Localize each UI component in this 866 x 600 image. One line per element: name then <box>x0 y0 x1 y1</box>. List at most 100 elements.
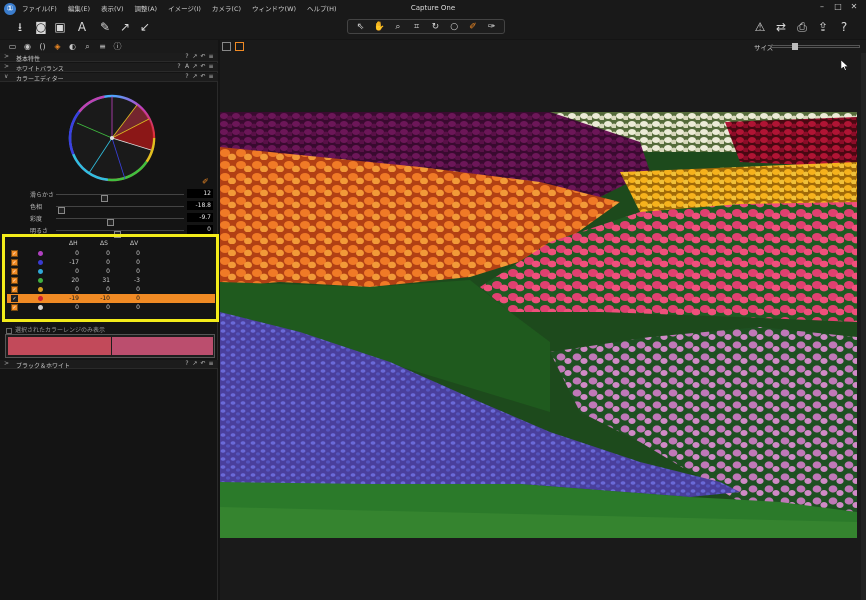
reset-icon[interactable]: ↶ <box>199 63 207 70</box>
enable-checkbox[interactable]: ✓ <box>11 304 18 311</box>
menu-icon[interactable]: ≡ <box>207 73 215 80</box>
color-picker-icon[interactable]: ✐ <box>202 177 212 187</box>
grid-view-icon[interactable] <box>222 42 231 51</box>
size-slider[interactable] <box>770 43 860 50</box>
library-tab-icon[interactable]: ▭ <box>5 42 20 51</box>
table-row[interactable]: ✓ 0 0 0 <box>7 303 215 312</box>
enable-checkbox[interactable]: ✓ <box>11 250 18 257</box>
single-view-icon[interactable] <box>235 42 244 51</box>
viewer-header: サイズ <box>220 40 866 53</box>
chevron-right-icon[interactable]: > <box>4 360 9 367</box>
menu-icon[interactable]: ≡ <box>207 360 215 367</box>
section-color-editor[interactable]: ∨ カラーエディター ? ↗ ↶ ≡ <box>0 73 218 83</box>
help-icon[interactable]: ? <box>175 63 183 70</box>
lightness-value[interactable]: 0 <box>187 225 213 234</box>
wb-picker-tool-icon[interactable]: ✑ <box>485 22 499 32</box>
help-icon[interactable]: ? <box>183 53 191 60</box>
image-viewer[interactable] <box>220 53 866 600</box>
circle-tool-icon[interactable]: ○ <box>447 22 461 32</box>
select-tool-icon[interactable]: ⇖ <box>353 22 367 32</box>
section-black-white[interactable]: > ブラック＆ホワイト ? ↗ ↶ ≡ <box>0 360 218 370</box>
pan-tool-icon[interactable]: ✋ <box>372 22 386 32</box>
reset-icon[interactable]: ↶ <box>199 73 207 80</box>
export-icon[interactable]: ⇪ <box>815 19 831 35</box>
live-view-icon[interactable]: ▣ <box>52 19 68 35</box>
rotate-tool-icon[interactable]: ↻ <box>428 22 442 32</box>
color-wheel[interactable] <box>67 93 157 183</box>
help-icon[interactable]: ? <box>836 19 852 35</box>
chevron-right-icon[interactable]: > <box>4 63 9 70</box>
delta-s-value: 0 <box>106 268 110 275</box>
table-row-selected[interactable]: ✓ -19 -10 0 <box>7 294 215 303</box>
mouse-cursor-icon <box>841 60 849 71</box>
saturation-value[interactable]: -9.7 <box>187 213 213 222</box>
capture-tab-icon[interactable]: ◉ <box>20 42 35 51</box>
saturation-slider[interactable] <box>56 218 184 226</box>
table-row[interactable]: ✓ -17 0 0 <box>7 258 215 267</box>
brush-icon[interactable]: ✎ <box>97 19 113 35</box>
reset-icon[interactable]: ↶ <box>199 360 207 367</box>
enable-checkbox[interactable]: ✓ <box>11 259 18 266</box>
copy-icon[interactable]: ↗ <box>191 53 199 60</box>
color-picker-tool-icon[interactable]: ✐ <box>466 22 480 32</box>
lightness-slider[interactable] <box>56 230 184 238</box>
title-bar: ① ファイル(F) 編集(E) 表示(V) 調整(A) イメージ(I) カメラ(… <box>0 0 866 17</box>
loupe-tool-icon[interactable]: ⌕ <box>391 22 405 32</box>
show-selected-checkbox[interactable] <box>6 327 12 334</box>
capture-icon[interactable]: ◙ <box>33 19 49 35</box>
menu-icon[interactable]: ≡ <box>207 63 215 70</box>
exposure-tab-icon[interactable]: ◐ <box>65 42 80 51</box>
arrow-upright-icon[interactable]: ↗ <box>117 19 133 35</box>
hue-slider[interactable] <box>56 206 184 214</box>
hue-label: 色相 <box>30 204 43 211</box>
minimize-button[interactable]: – <box>814 2 830 11</box>
section-white-balance[interactable]: > ホワイトバランス ? A ↗ ↶ ≡ <box>0 63 218 73</box>
menu-icon[interactable]: ≡ <box>207 53 215 60</box>
lens-tab-icon[interactable]: () <box>35 42 50 51</box>
hue-slider-row: 色相 -18.8 <box>0 201 218 214</box>
help-icon[interactable]: ? <box>183 360 191 367</box>
chevron-down-icon[interactable]: ∨ <box>4 73 8 80</box>
size-slider-knob[interactable] <box>792 43 798 50</box>
info-tab-icon[interactable]: ⓘ <box>110 41 125 52</box>
color-tab-icon[interactable]: ◈ <box>50 42 65 51</box>
table-row[interactable]: ✓ 0 0 0 <box>7 249 215 258</box>
enable-checkbox[interactable]: ✓ <box>11 286 18 293</box>
reset-icon[interactable]: ↶ <box>199 53 207 60</box>
color-swatch <box>38 296 43 301</box>
viewer-scrollbar[interactable] <box>861 53 866 600</box>
smoothness-value[interactable]: 12 <box>187 189 213 198</box>
crop-tool-icon[interactable]: ⌗ <box>410 22 424 32</box>
enable-checkbox[interactable]: ✓ <box>11 268 18 275</box>
details-tab-icon[interactable]: ⌕ <box>80 42 95 52</box>
enable-checkbox[interactable]: ✓ <box>11 277 18 284</box>
help-icon[interactable]: ? <box>183 73 191 80</box>
copy-icon[interactable]: ↗ <box>191 73 199 80</box>
table-row[interactable]: ✓ 0 0 0 <box>7 285 215 294</box>
metadata-tab-icon[interactable]: ≡ <box>95 42 110 51</box>
copy-adjust-icon[interactable]: ⇄ <box>773 19 789 35</box>
delta-h-value: -19 <box>69 295 79 302</box>
arrow-downleft-icon[interactable]: ↙ <box>137 19 153 35</box>
copy-icon[interactable]: ↗ <box>191 360 199 367</box>
show-selected-option[interactable]: 選択されたカラーレンジのみ表示 <box>6 325 105 334</box>
delta-v-value: 0 <box>136 304 140 311</box>
table-row[interactable]: ✓ 0 0 0 <box>7 267 215 276</box>
print-icon[interactable]: ⎙ <box>794 19 810 35</box>
delta-h-value: 0 <box>75 268 79 275</box>
enable-checkbox[interactable]: ✓ <box>11 295 18 302</box>
tulip-photo[interactable] <box>220 112 857 538</box>
import-icon[interactable]: ⭳ <box>12 19 28 35</box>
chevron-right-icon[interactable]: > <box>4 53 9 60</box>
maximize-button[interactable]: □ <box>830 2 846 11</box>
show-selected-label: 選択されたカラーレンジのみ表示 <box>15 327 106 334</box>
smoothness-slider[interactable] <box>56 194 184 202</box>
copy-icon[interactable]: ↗ <box>191 63 199 70</box>
auto-icon[interactable]: A <box>183 63 191 70</box>
text-annotation-icon[interactable]: A <box>74 19 90 35</box>
warning-icon[interactable]: ⚠ <box>752 19 768 35</box>
close-button[interactable]: ✕ <box>846 2 862 11</box>
hue-value[interactable]: -18.8 <box>187 201 213 210</box>
section-basic[interactable]: > 基本特性 ? ↗ ↶ ≡ <box>0 53 218 63</box>
table-row[interactable]: ✓ 20 31 -3 <box>7 276 215 285</box>
